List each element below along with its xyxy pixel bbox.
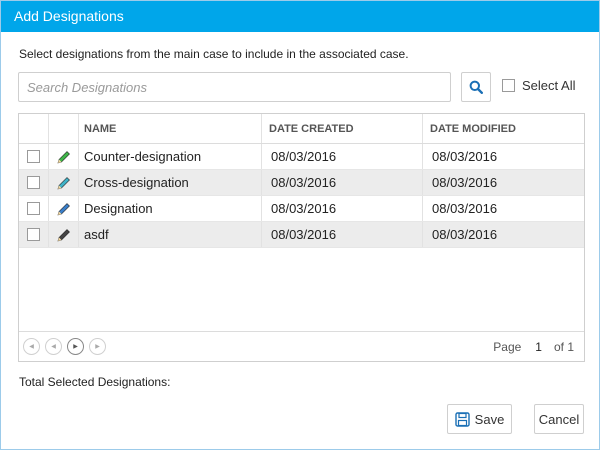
pencil-icon — [57, 176, 70, 189]
row-checkbox-cell — [19, 222, 49, 247]
cancel-label: Cancel — [538, 411, 580, 427]
cancel-button[interactable]: Cancel — [534, 404, 584, 434]
column-header-date-modified[interactable]: DATE MODIFIED — [423, 114, 584, 143]
save-icon — [454, 411, 470, 427]
total-selected-label: Total Selected Designations: — [19, 375, 171, 389]
header-icon-cell — [49, 114, 79, 143]
row-icon-cell — [49, 144, 79, 169]
row-date-created: 08/03/2016 — [262, 144, 423, 169]
row-date-modified: 08/03/2016 — [432, 149, 498, 164]
row-name: Counter-designation — [79, 144, 262, 169]
pencil-icon — [57, 202, 70, 215]
table-row[interactable]: Counter-designation 08/03/2016 08/03/201… — [19, 144, 584, 170]
row-date-created: 08/03/2016 — [262, 196, 423, 221]
grid-pager: ◀ ◀ ▶ ▶ Page 1 of 1 — [19, 331, 584, 361]
select-all-label: Select All — [522, 78, 576, 93]
row-checkbox-cell — [19, 170, 49, 195]
row-checkbox[interactable] — [27, 150, 40, 163]
row-date-created: 08/03/2016 — [262, 170, 423, 195]
pager-info: Page 1 of 1 — [493, 332, 574, 362]
row-date-modified: 08/03/2016 — [432, 201, 498, 216]
prev-page-button[interactable]: ◀ — [45, 338, 62, 355]
last-page-button[interactable]: ▶ — [89, 338, 106, 355]
page-total-label: of 1 — [553, 340, 574, 354]
table-row[interactable]: Cross-designation 08/03/2016 08/03/2016 — [19, 170, 584, 196]
column-header-name[interactable]: NAME — [79, 114, 262, 143]
column-header-date-created[interactable]: DATE CREATED — [262, 114, 423, 143]
table-row[interactable]: asdf 08/03/2016 08/03/2016 — [19, 222, 584, 248]
search-icon — [469, 80, 483, 94]
row-icon-cell — [49, 222, 79, 247]
save-label: Save — [474, 411, 505, 427]
grid-header: NAME DATE CREATED DATE MODIFIED — [19, 114, 584, 144]
save-button[interactable]: Save — [447, 404, 512, 434]
header-check-cell — [19, 114, 49, 143]
row-name: Designation — [79, 196, 262, 221]
table-row[interactable]: Designation 08/03/2016 08/03/2016 — [19, 196, 584, 222]
next-page-button[interactable]: ▶ — [67, 338, 84, 355]
instructions-text: Select designations from the main case t… — [19, 47, 409, 61]
row-icon-cell — [49, 170, 79, 195]
pencil-icon — [57, 150, 70, 163]
first-page-button[interactable]: ◀ — [23, 338, 40, 355]
row-date-modified: 08/03/2016 — [432, 175, 498, 190]
current-page-number[interactable]: 1 — [535, 340, 542, 354]
row-date-modified: 08/03/2016 — [432, 227, 498, 242]
row-checkbox[interactable] — [27, 228, 40, 241]
row-checkbox[interactable] — [27, 176, 40, 189]
search-input[interactable] — [18, 72, 451, 102]
row-date-created: 08/03/2016 — [262, 222, 423, 247]
row-name: Cross-designation — [79, 170, 262, 195]
select-all-toggle[interactable]: Select All — [502, 78, 575, 93]
search-button[interactable] — [461, 72, 491, 102]
row-checkbox-cell — [19, 144, 49, 169]
designations-grid: NAME DATE CREATED DATE MODIFIED Counter-… — [18, 113, 585, 362]
row-checkbox[interactable] — [27, 202, 40, 215]
pencil-icon — [57, 228, 70, 241]
dialog-title: Add Designations — [1, 1, 599, 32]
page-label: Page — [493, 340, 522, 354]
select-all-checkbox[interactable] — [502, 79, 515, 92]
row-icon-cell — [49, 196, 79, 221]
row-checkbox-cell — [19, 196, 49, 221]
add-designations-dialog: Add Designations Select designations fro… — [0, 0, 600, 450]
row-name: asdf — [79, 222, 262, 247]
